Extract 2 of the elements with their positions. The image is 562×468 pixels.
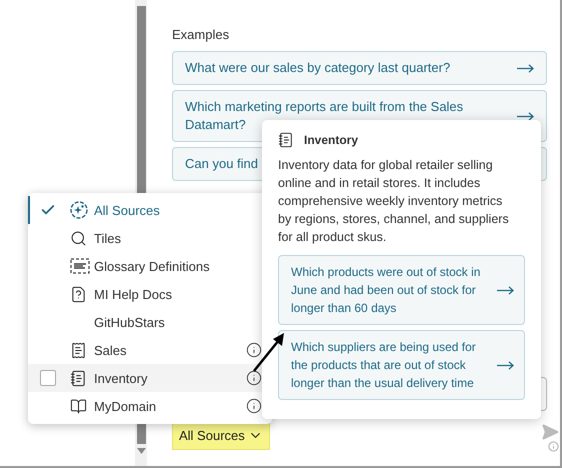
- examples-heading: Examples: [172, 27, 230, 42]
- source-description: Inventory data for global retailer selling online and in retail stores. It includes comprehensive weekly inventory metrics by regions, stores, channel, and suppliers for all product skus.: [278, 157, 510, 246]
